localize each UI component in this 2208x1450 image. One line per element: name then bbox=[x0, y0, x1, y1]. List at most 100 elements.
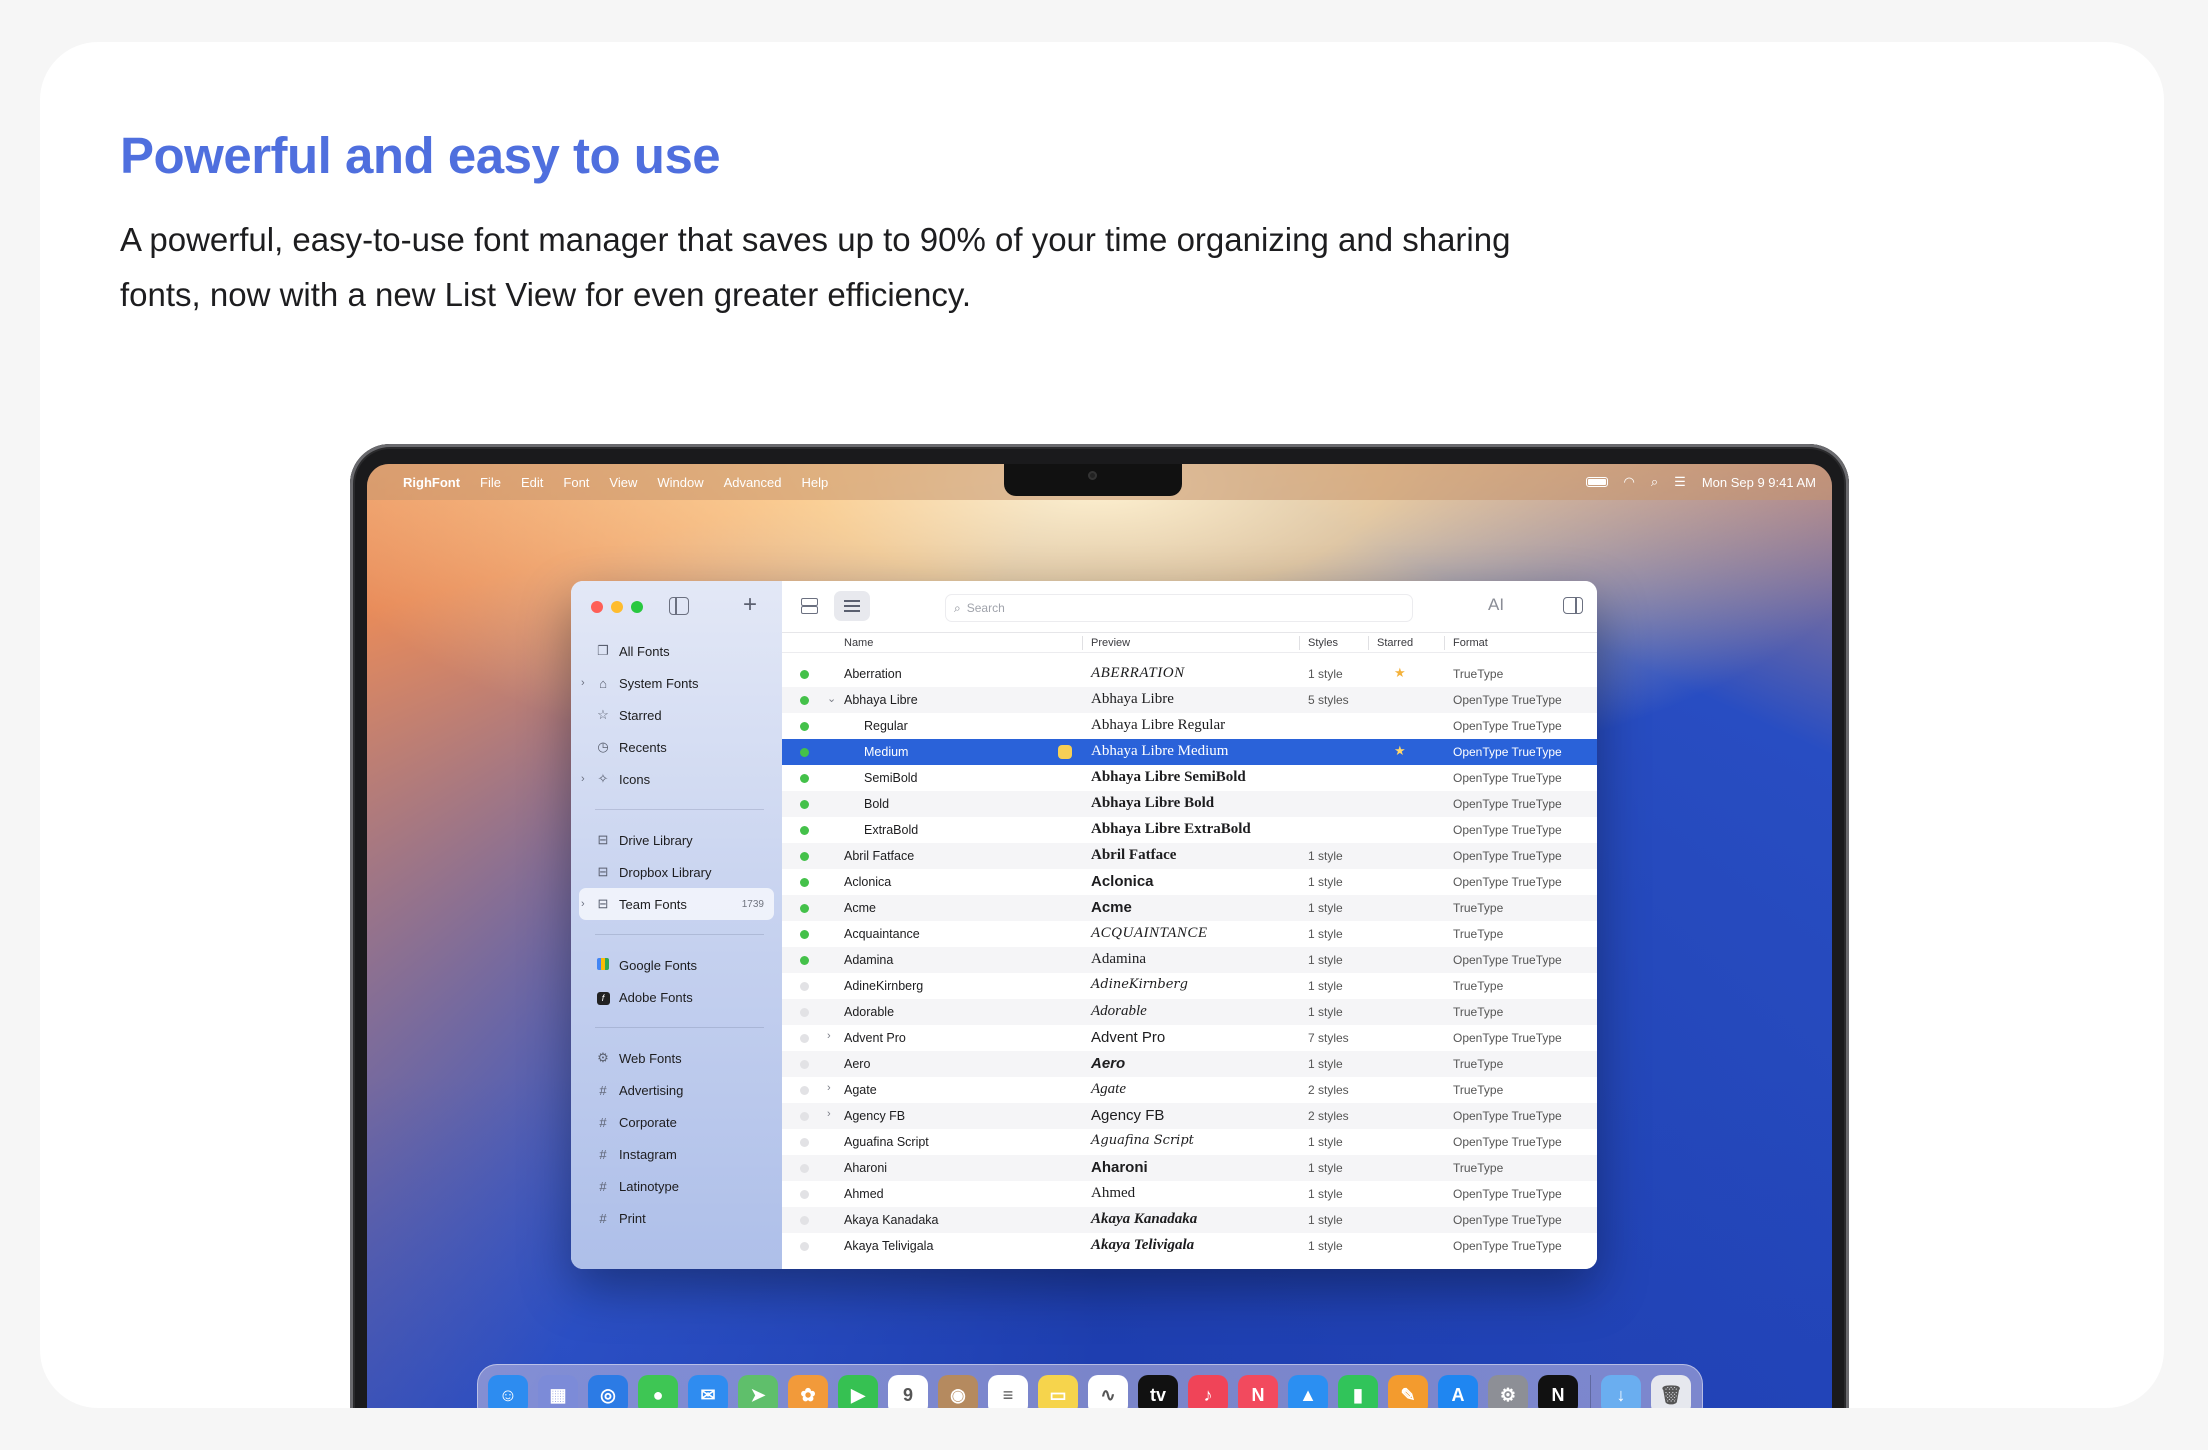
table-row[interactable]: Aclonica Aclonica 1 style OpenType TrueType bbox=[782, 869, 1597, 895]
chevron-right-icon[interactable]: › bbox=[827, 1082, 831, 1094]
freeform-icon[interactable]: ∿ bbox=[1088, 1375, 1128, 1408]
chevron-down-icon[interactable]: ⌄ bbox=[827, 692, 836, 705]
sidebar-item-corporate[interactable]: # Corporate bbox=[579, 1106, 774, 1138]
table-row[interactable]: Adorable Adorable 1 style TrueType bbox=[782, 999, 1597, 1025]
table-row[interactable]: Aguafina Script Aguafina Script 1 style Ope… bbox=[782, 1129, 1597, 1155]
activation-toggle[interactable] bbox=[800, 982, 809, 991]
finder-icon[interactable]: ☺ bbox=[488, 1375, 528, 1408]
table-row[interactable]: SemiBold Abhaya Libre SemiBold OpenType Tr… bbox=[782, 765, 1597, 791]
photos-icon[interactable]: ✿ bbox=[788, 1375, 828, 1408]
activation-toggle[interactable] bbox=[800, 1034, 809, 1043]
sidebar-toggle-icon[interactable] bbox=[669, 597, 689, 615]
facetime-icon[interactable]: ▶ bbox=[838, 1375, 878, 1408]
table-row[interactable]: Akaya Kanadaka Akaya Kanadaka 1 style OpenT… bbox=[782, 1207, 1597, 1233]
chevron-right-icon[interactable]: › bbox=[581, 773, 585, 785]
menu-app-name[interactable]: RighFont bbox=[403, 475, 460, 490]
activation-toggle[interactable] bbox=[800, 852, 809, 861]
table-row[interactable]: ExtraBold Abhaya Libre ExtraBold OpenType … bbox=[782, 817, 1597, 843]
search-input[interactable]: ⌕ Search bbox=[945, 594, 1413, 622]
star-icon[interactable]: ★ bbox=[1394, 743, 1406, 759]
table-row[interactable]: ⌄ Abhaya Libre Abhaya Libre 5 styles OpenTyp… bbox=[782, 687, 1597, 713]
table-row[interactable]: › Agate Agate 2 styles TrueType bbox=[782, 1077, 1597, 1103]
menu-clock[interactable]: Mon Sep 9 9:41 AM bbox=[1702, 475, 1816, 490]
music-icon[interactable]: ♪ bbox=[1188, 1375, 1228, 1408]
numbers-icon[interactable]: ▮ bbox=[1338, 1375, 1378, 1408]
column-starred[interactable]: Starred bbox=[1377, 637, 1413, 649]
activation-toggle[interactable] bbox=[800, 1112, 809, 1121]
notes-icon[interactable]: ▭ bbox=[1038, 1375, 1078, 1408]
activation-toggle[interactable] bbox=[800, 722, 809, 731]
add-collection-button[interactable]: + bbox=[743, 591, 757, 619]
activation-toggle[interactable] bbox=[800, 1242, 809, 1251]
safari-icon[interactable]: ◎ bbox=[588, 1375, 628, 1408]
sidebar-item-drive-library[interactable]: ⊟ Drive Library bbox=[579, 824, 774, 856]
activation-toggle[interactable] bbox=[800, 748, 809, 757]
activation-toggle[interactable] bbox=[800, 930, 809, 939]
sidebar-item-system-fonts[interactable]: › ⌂ System Fonts bbox=[579, 667, 774, 699]
activation-toggle[interactable] bbox=[800, 1216, 809, 1225]
zoom-button[interactable] bbox=[631, 601, 643, 613]
activation-toggle[interactable] bbox=[800, 1190, 809, 1199]
menu-view[interactable]: View bbox=[609, 475, 637, 490]
column-preview[interactable]: Preview bbox=[1091, 637, 1130, 649]
chevron-right-icon[interactable]: › bbox=[827, 1108, 831, 1120]
mail-icon[interactable]: ✉ bbox=[688, 1375, 728, 1408]
column-format[interactable]: Format bbox=[1453, 637, 1488, 649]
downloads-folder-icon[interactable]: ↓ bbox=[1601, 1375, 1641, 1408]
system-settings-icon[interactable]: ⚙ bbox=[1488, 1375, 1528, 1408]
table-row[interactable]: Medium Abhaya Libre Medium ★ OpenType TrueT… bbox=[782, 739, 1597, 765]
activation-toggle[interactable] bbox=[800, 1008, 809, 1017]
battery-icon[interactable] bbox=[1585, 477, 1608, 487]
sidebar-item-instagram[interactable]: # Instagram bbox=[579, 1138, 774, 1170]
activation-toggle[interactable] bbox=[800, 1164, 809, 1173]
table-row[interactable]: Akaya Telivigala Akaya Telivigala 1 style O… bbox=[782, 1233, 1597, 1259]
column-name[interactable]: Name bbox=[844, 637, 873, 649]
activation-toggle[interactable] bbox=[800, 956, 809, 965]
sidebar-item-latinotype[interactable]: # Latinotype bbox=[579, 1170, 774, 1202]
menu-help[interactable]: Help bbox=[801, 475, 828, 490]
sidebar-item-adobe-fonts[interactable]: f Adobe Fonts bbox=[579, 981, 774, 1013]
chevron-right-icon[interactable]: › bbox=[581, 898, 585, 910]
activation-toggle[interactable] bbox=[800, 696, 809, 705]
reminders-icon[interactable]: ≡ bbox=[988, 1375, 1028, 1408]
menu-file[interactable]: File bbox=[480, 475, 501, 490]
close-button[interactable] bbox=[591, 601, 603, 613]
list-view-button[interactable] bbox=[834, 591, 870, 621]
sidebar-item-dropbox-library[interactable]: ⊟ Dropbox Library bbox=[579, 856, 774, 888]
table-row[interactable]: Aero Aero 1 style TrueType bbox=[782, 1051, 1597, 1077]
sidebar-item-starred[interactable]: ☆ Starred bbox=[579, 699, 774, 731]
table-row[interactable]: › Agency FB Agency FB 2 styles OpenType True… bbox=[782, 1103, 1597, 1129]
activation-toggle[interactable] bbox=[800, 1138, 809, 1147]
control-center-icon[interactable]: ☰ bbox=[1674, 474, 1686, 490]
apple-tv-icon[interactable]: tv bbox=[1138, 1375, 1178, 1408]
maps-icon[interactable]: ➤ bbox=[738, 1375, 778, 1408]
menu-font[interactable]: Font bbox=[563, 475, 589, 490]
activation-toggle[interactable] bbox=[800, 904, 809, 913]
messages-icon[interactable]: ● bbox=[638, 1375, 678, 1408]
activation-toggle[interactable] bbox=[800, 878, 809, 887]
chevron-right-icon[interactable]: › bbox=[581, 677, 585, 689]
spotlight-search-icon[interactable]: ⌕ bbox=[1651, 474, 1658, 490]
table-row[interactable]: AdineKirnberg AdineKirnberg 1 style TrueTyp… bbox=[782, 973, 1597, 999]
menu-advanced[interactable]: Advanced bbox=[724, 475, 782, 490]
sidebar-item-icons[interactable]: › ✧ Icons bbox=[579, 763, 774, 795]
keynote-icon[interactable]: ▲ bbox=[1288, 1375, 1328, 1408]
chevron-right-icon[interactable]: › bbox=[827, 1030, 831, 1042]
table-row[interactable]: › Advent Pro Advent Pro 7 styles OpenType Tr… bbox=[782, 1025, 1597, 1051]
table-row[interactable]: Ahmed Ahmed 1 style OpenType TrueType bbox=[782, 1181, 1597, 1207]
wifi-icon[interactable]: ◠ bbox=[1624, 474, 1635, 490]
inspector-toggle-icon[interactable] bbox=[1563, 597, 1583, 614]
menu-window[interactable]: Window bbox=[657, 475, 703, 490]
menu-edit[interactable]: Edit bbox=[521, 475, 543, 490]
righfont-icon[interactable]: N bbox=[1538, 1375, 1578, 1408]
table-row[interactable]: Regular Abhaya Libre Regular OpenType True… bbox=[782, 713, 1597, 739]
column-styles[interactable]: Styles bbox=[1308, 637, 1338, 649]
sidebar-item-web-fonts[interactable]: ⚙ Web Fonts bbox=[579, 1042, 774, 1074]
table-row[interactable]: Bold Abhaya Libre Bold OpenType TrueType bbox=[782, 791, 1597, 817]
activation-toggle[interactable] bbox=[800, 826, 809, 835]
sidebar-item-advertising[interactable]: # Advertising bbox=[579, 1074, 774, 1106]
star-icon[interactable]: ★ bbox=[1394, 665, 1406, 681]
table-row[interactable]: Acme Acme 1 style TrueType bbox=[782, 895, 1597, 921]
table-row[interactable]: Aberration ABERRATION 1 style ★ TrueType bbox=[782, 661, 1597, 687]
font-size-icon[interactable]: AI bbox=[1488, 595, 1504, 615]
